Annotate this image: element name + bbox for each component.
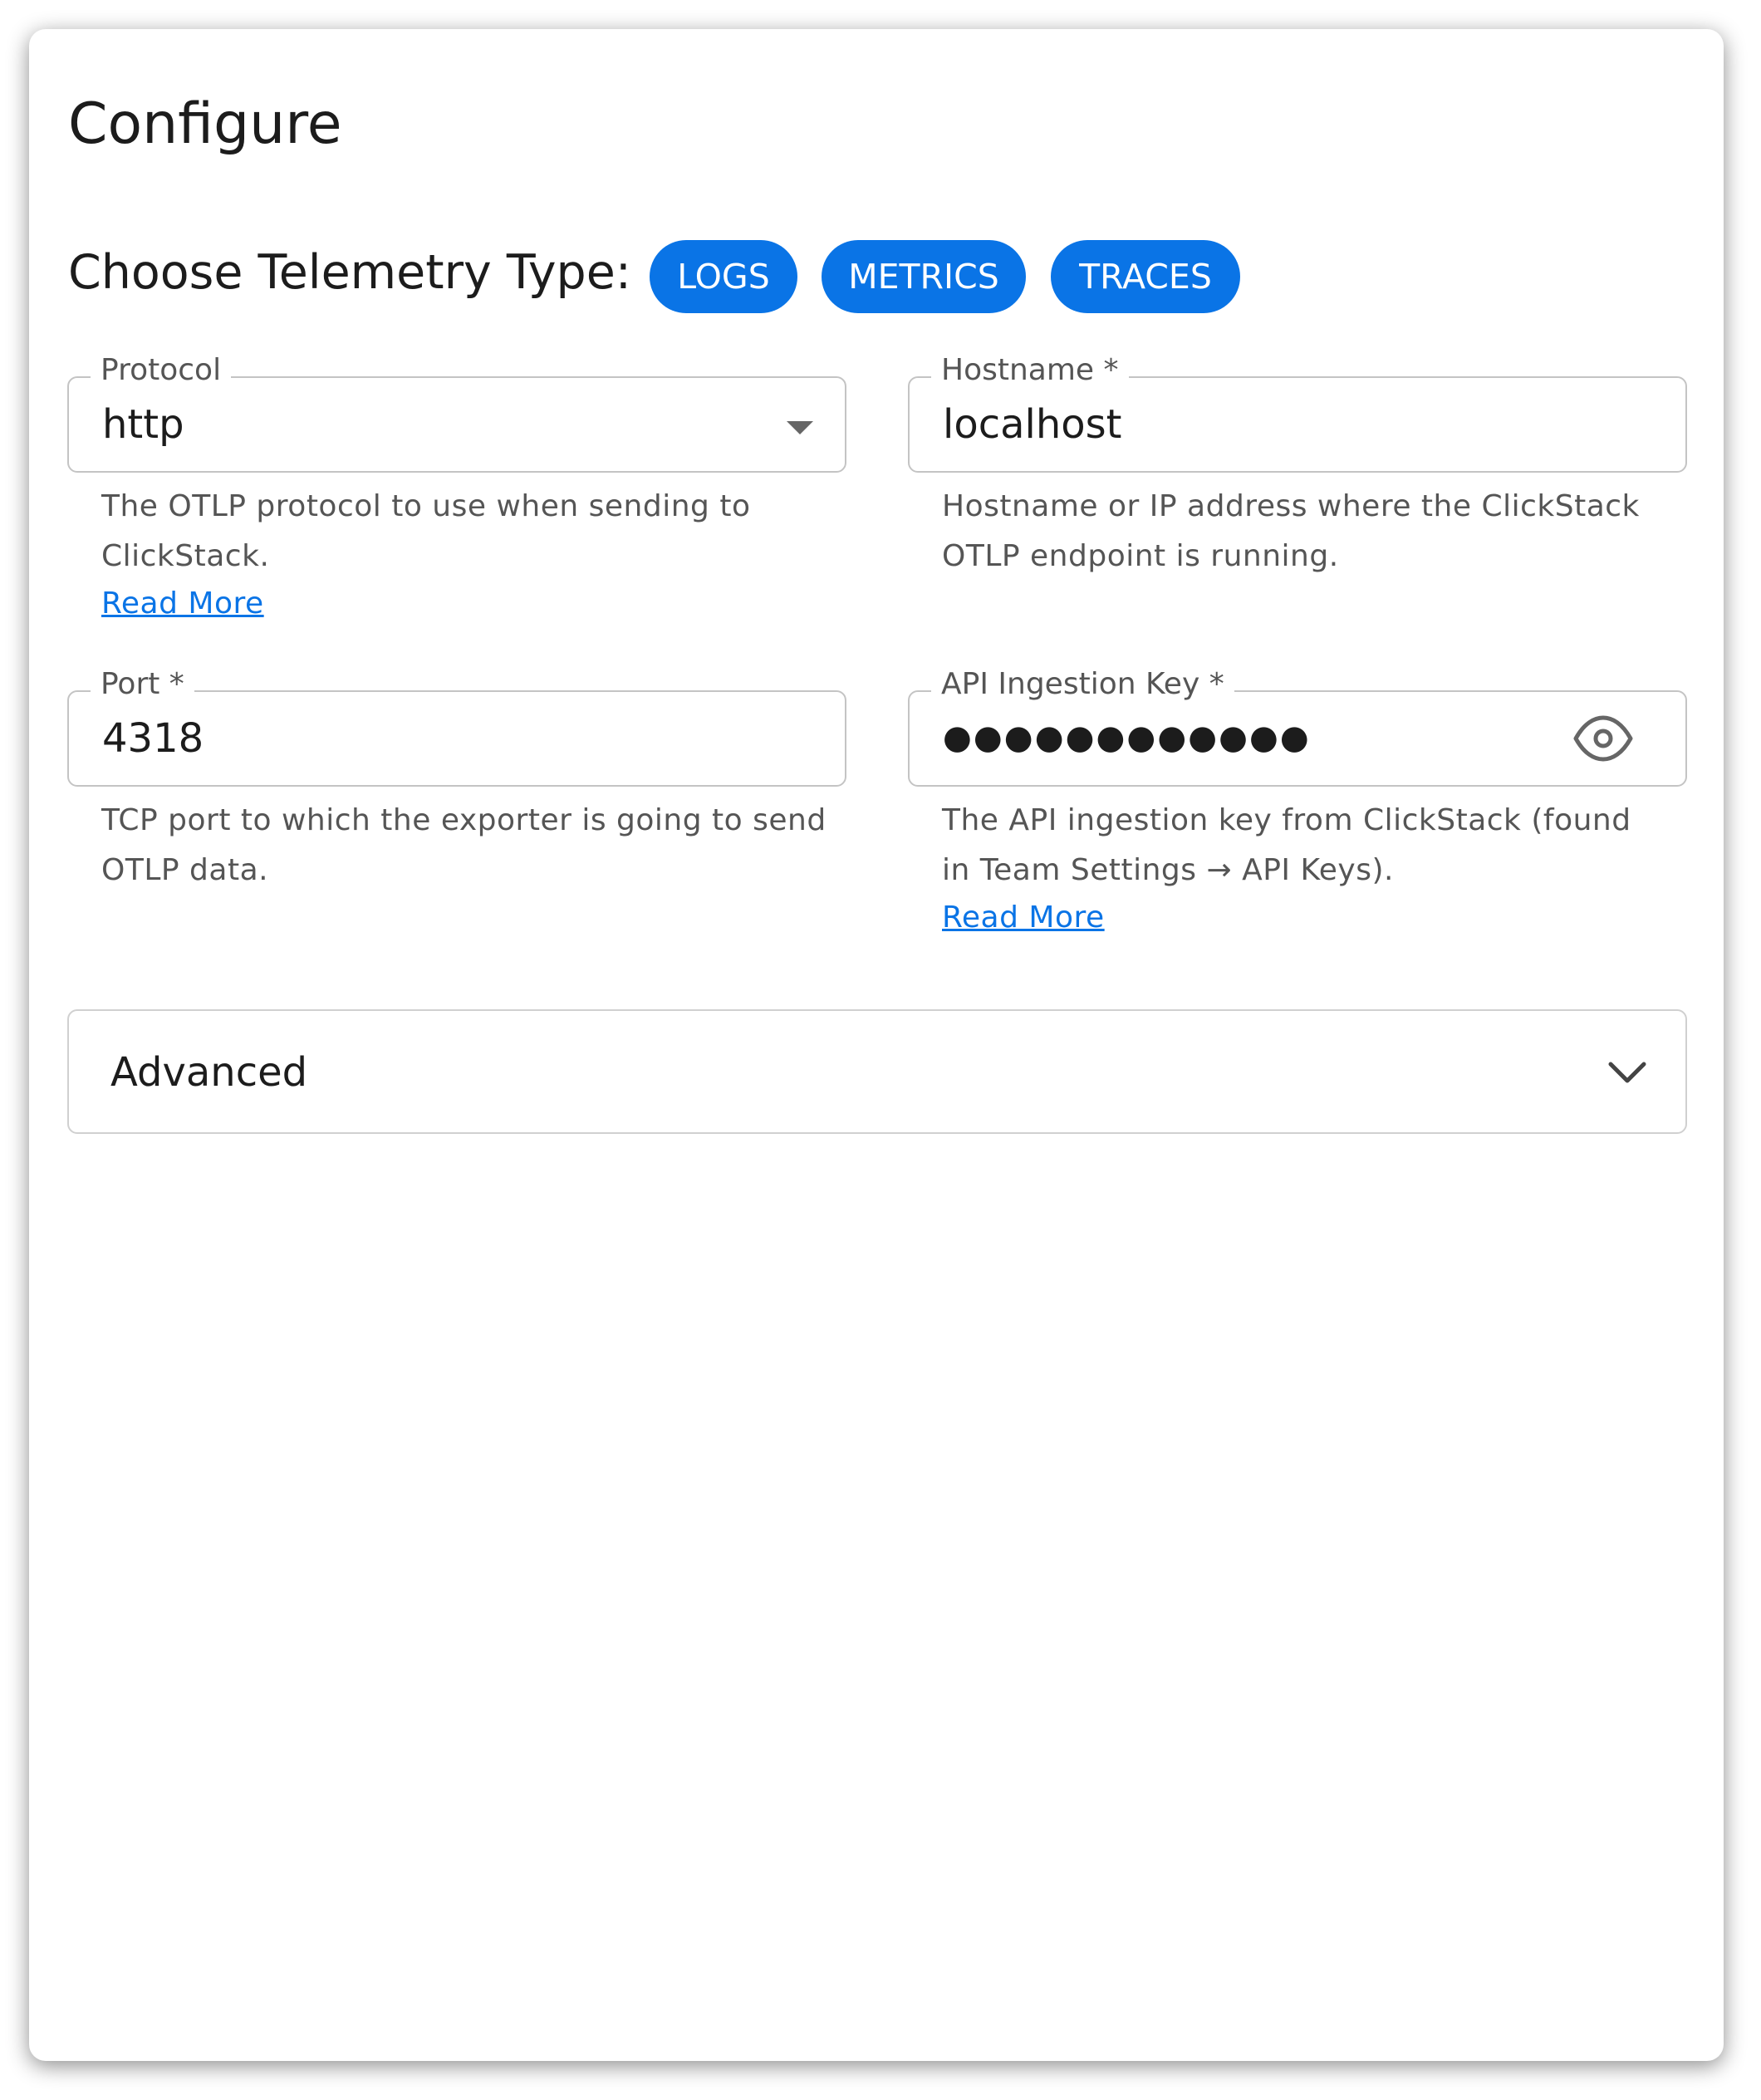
api-key-masked-value[interactable]: ●●●●●●●●●●●● xyxy=(943,719,1311,757)
telemetry-chip-metrics[interactable]: METRICS xyxy=(822,240,1026,313)
page-title: Configure xyxy=(68,91,342,157)
chevron-down-icon[interactable] xyxy=(1606,1051,1649,1094)
port-field[interactable]: Port * 4318 xyxy=(67,667,846,787)
api-key-label: API Ingestion Key * xyxy=(931,667,1234,701)
api-key-helper-text: The API ingestion key from ClickStack (f… xyxy=(942,803,1631,887)
advanced-accordion[interactable]: Advanced xyxy=(67,1009,1687,1134)
telemetry-chip-logs[interactable]: LOGS xyxy=(650,240,797,313)
protocol-select[interactable]: Protocol http xyxy=(67,353,846,473)
hostname-label: Hostname * xyxy=(931,353,1129,387)
telemetry-type-label: Choose Telemetry Type: xyxy=(68,245,632,300)
hostname-helper-text: Hostname or IP address where the ClickSt… xyxy=(942,489,1640,573)
port-helper-text: TCP port to which the exporter is going … xyxy=(101,803,827,887)
hostname-field[interactable]: Hostname * localhost xyxy=(908,353,1687,473)
protocol-value: http xyxy=(102,401,184,448)
protocol-helper-text: The OTLP protocol to use when sending to… xyxy=(101,489,751,573)
protocol-read-more-link[interactable]: Read More xyxy=(101,586,264,621)
port-label: Port * xyxy=(91,667,194,701)
telemetry-chip-traces[interactable]: TRACES xyxy=(1051,240,1240,313)
port-input-value[interactable]: 4318 xyxy=(102,715,204,762)
api-key-field[interactable]: API Ingestion Key * ●●●●●●●●●●●● xyxy=(908,667,1687,787)
api-key-read-more-link[interactable]: Read More xyxy=(942,900,1105,935)
hostname-input-value[interactable]: localhost xyxy=(943,401,1121,448)
dropdown-arrow-icon[interactable] xyxy=(787,421,813,434)
protocol-label: Protocol xyxy=(91,353,232,387)
advanced-label: Advanced xyxy=(110,1049,308,1096)
eye-icon[interactable] xyxy=(1572,714,1634,763)
